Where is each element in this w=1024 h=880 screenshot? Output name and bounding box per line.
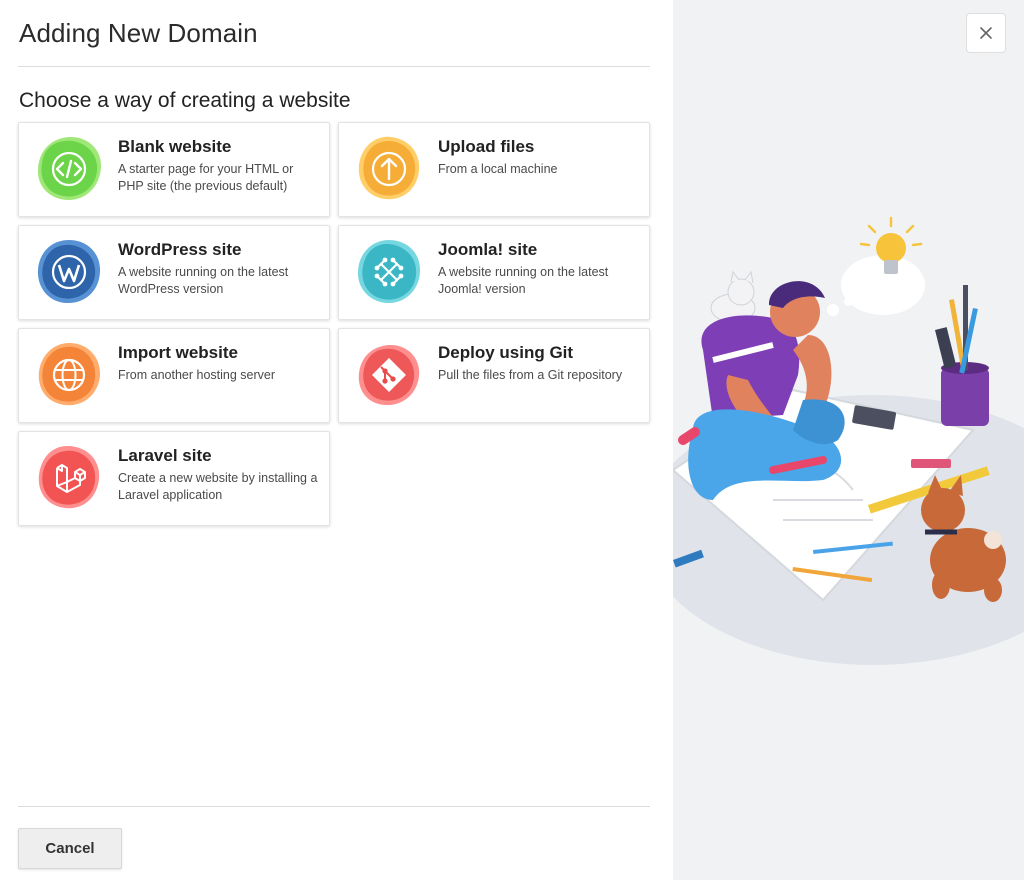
- option-deploy-git[interactable]: Deploy using Git Pull the files from a G…: [338, 328, 650, 423]
- option-description: Pull the files from a Git repository: [438, 368, 623, 382]
- person-drawing-illustration: [673, 216, 1024, 665]
- divider: [18, 806, 650, 807]
- illustration-panel: [673, 0, 1024, 880]
- globe-icon: [38, 342, 101, 406]
- option-title: Import website: [118, 343, 238, 362]
- wordpress-icon: [37, 240, 101, 304]
- git-icon: [358, 344, 420, 406]
- cancel-button[interactable]: Cancel: [18, 828, 122, 869]
- close-icon: [980, 27, 992, 39]
- option-title: Upload files: [438, 137, 535, 156]
- option-import-website[interactable]: Import website From another hosting serv…: [18, 328, 330, 423]
- option-title: WordPress site: [118, 240, 242, 259]
- option-joomla-site[interactable]: Joomla! site A website running on the la…: [338, 225, 650, 320]
- option-description: A starter page for your HTML or PHP site…: [118, 162, 294, 193]
- option-title: Laravel site: [118, 446, 212, 465]
- option-description: Create a new website by installing a Lar…: [118, 471, 318, 502]
- upload-icon: [358, 136, 420, 200]
- option-description: From a local machine: [438, 162, 558, 176]
- option-laravel-site[interactable]: Laravel site Create a new website by ins…: [18, 431, 330, 526]
- code-icon: [37, 136, 102, 201]
- laravel-icon: [38, 445, 100, 509]
- divider: [18, 66, 650, 67]
- close-button[interactable]: [966, 13, 1006, 53]
- option-description: A website running on the latest Joomla! …: [438, 265, 609, 296]
- option-upload-files[interactable]: Upload files From a local machine: [338, 122, 650, 217]
- option-description: A website running on the latest WordPres…: [118, 265, 289, 296]
- section-title: Choose a way of creating a website: [19, 89, 351, 112]
- option-description: From another hosting server: [118, 368, 276, 382]
- option-blank-website[interactable]: Blank website A starter page for your HT…: [18, 122, 330, 217]
- option-title: Joomla! site: [438, 240, 538, 259]
- joomla-icon: [357, 240, 421, 304]
- option-title: Blank website: [118, 137, 232, 156]
- dialog-title: Adding New Domain: [19, 18, 258, 48]
- dialog-main-panel: Adding New Domain Choose a way of creati…: [0, 0, 673, 880]
- option-wordpress-site[interactable]: WordPress site A website running on the …: [18, 225, 330, 320]
- option-title: Deploy using Git: [438, 343, 574, 362]
